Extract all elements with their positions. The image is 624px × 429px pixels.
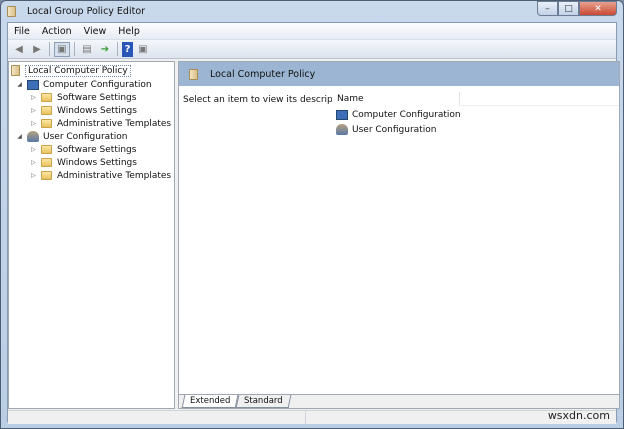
tab-label: Extended bbox=[190, 396, 231, 406]
list-item-user-configuration[interactable]: User Configuration bbox=[336, 124, 436, 135]
expand-icon[interactable]: ▷ bbox=[29, 146, 38, 153]
list-item-label: Computer Configuration bbox=[352, 110, 461, 120]
folder-icon bbox=[41, 145, 52, 154]
app-icon bbox=[7, 6, 16, 17]
tree-item-label: User Configuration bbox=[43, 131, 128, 142]
policy-icon bbox=[11, 65, 20, 76]
tree-item-user-configuration[interactable]: ◢ User Configuration bbox=[15, 130, 127, 143]
tree-item-windows-settings[interactable]: ▷ Windows Settings bbox=[29, 156, 137, 169]
minimize-button[interactable]: – bbox=[537, 1, 558, 16]
toolbar-separator bbox=[49, 42, 50, 56]
toolbar-separator bbox=[117, 42, 118, 56]
column-header-name[interactable]: Name bbox=[332, 92, 460, 106]
status-bar: wsxdn.com bbox=[8, 409, 616, 425]
user-icon bbox=[336, 124, 348, 135]
properties-icon[interactable]: ▤ bbox=[79, 42, 95, 57]
tree-item-label: Administrative Templates bbox=[57, 118, 172, 129]
tree-item-administrative-templates[interactable]: ▷ Administrative Templates bbox=[29, 169, 171, 182]
column-header-empty bbox=[461, 92, 619, 106]
folder-icon bbox=[41, 158, 52, 167]
computer-icon bbox=[27, 79, 39, 90]
menu-view[interactable]: View bbox=[78, 26, 113, 37]
details-title: Local Computer Policy bbox=[210, 68, 316, 80]
menu-file[interactable]: File bbox=[8, 26, 36, 37]
folder-icon bbox=[41, 93, 52, 102]
tree-item-label: Software Settings bbox=[57, 144, 137, 155]
collapse-icon[interactable]: ◢ bbox=[15, 81, 24, 88]
tree-item-administrative-templates[interactable]: ▷ Administrative Templates bbox=[29, 117, 171, 130]
close-button[interactable]: ✕ bbox=[579, 1, 617, 16]
export-list-icon[interactable]: ➔ bbox=[97, 42, 113, 57]
expand-icon[interactable]: ▷ bbox=[29, 107, 38, 114]
details-header: Local Computer Policy bbox=[179, 62, 619, 86]
tree-item-label: Windows Settings bbox=[57, 105, 137, 116]
maximize-button[interactable]: □ bbox=[558, 1, 579, 16]
folder-icon bbox=[41, 171, 52, 180]
user-icon bbox=[27, 131, 39, 142]
toolbar: ◀ ▶ ▣ ▤ ➔ ? ▣ bbox=[8, 40, 616, 59]
tab-extended[interactable]: Extended bbox=[181, 395, 239, 408]
details-pane: Local Computer Policy Select an item to … bbox=[178, 61, 620, 409]
tree-item-label: Administrative Templates bbox=[57, 170, 172, 181]
expand-icon[interactable]: ▷ bbox=[29, 120, 38, 127]
menu-help[interactable]: Help bbox=[112, 26, 146, 37]
folder-icon bbox=[41, 119, 52, 128]
client-area: File Action View Help ◀ ▶ ▣ ▤ ➔ ? ▣ Loca… bbox=[7, 22, 620, 425]
collapse-icon[interactable]: ◢ bbox=[15, 133, 24, 140]
toolbar-separator bbox=[74, 42, 75, 56]
status-divider bbox=[305, 411, 306, 425]
view-tabs: Extended Standard bbox=[179, 394, 619, 408]
tree-item-label: Software Settings bbox=[57, 92, 137, 103]
policy-icon bbox=[189, 68, 198, 80]
tree-pane: Local Computer Policy ◢ Computer Configu… bbox=[8, 61, 175, 409]
tree-item-computer-configuration[interactable]: ◢ Computer Configuration bbox=[15, 78, 152, 91]
expand-icon[interactable]: ▷ bbox=[29, 159, 38, 166]
watermark: wsxdn.com bbox=[547, 409, 610, 422]
tab-label: Standard bbox=[244, 396, 284, 406]
tree-item-label: Windows Settings bbox=[57, 157, 137, 168]
list-item-label: User Configuration bbox=[352, 124, 437, 135]
menu-bar: File Action View Help bbox=[8, 23, 616, 40]
menu-action[interactable]: Action bbox=[36, 26, 78, 37]
tree-item-label: Computer Configuration bbox=[43, 79, 152, 90]
title-bar: Local Group Policy Editor – □ ✕ bbox=[1, 1, 623, 22]
window: Local Group Policy Editor – □ ✕ File Act… bbox=[0, 0, 624, 429]
back-icon[interactable]: ◀ bbox=[11, 42, 27, 57]
list-item-computer-configuration[interactable]: Computer Configuration bbox=[336, 110, 461, 120]
expand-icon[interactable]: ▷ bbox=[29, 172, 38, 179]
show-hide-action-pane-icon[interactable]: ▣ bbox=[135, 42, 151, 57]
expand-icon[interactable]: ▷ bbox=[29, 94, 38, 101]
help-icon[interactable]: ? bbox=[122, 41, 133, 57]
tree-item-label: Local Computer Policy bbox=[25, 64, 131, 77]
description-text: Select an item to view its description. bbox=[183, 95, 353, 105]
folder-icon bbox=[41, 106, 52, 115]
computer-icon bbox=[336, 110, 348, 120]
show-hide-tree-icon[interactable]: ▣ bbox=[54, 41, 70, 57]
window-title: Local Group Policy Editor bbox=[27, 6, 146, 17]
tab-standard[interactable]: Standard bbox=[235, 395, 292, 408]
forward-icon[interactable]: ▶ bbox=[29, 42, 45, 57]
tree-item-windows-settings[interactable]: ▷ Windows Settings bbox=[29, 104, 137, 117]
tree-item-software-settings[interactable]: ▷ Software Settings bbox=[29, 91, 136, 104]
tree-item-software-settings[interactable]: ▷ Software Settings bbox=[29, 143, 136, 156]
items-list: Name Computer Configuration User Configu… bbox=[332, 86, 619, 386]
tree-item-local-computer-policy[interactable]: Local Computer Policy bbox=[11, 64, 131, 77]
